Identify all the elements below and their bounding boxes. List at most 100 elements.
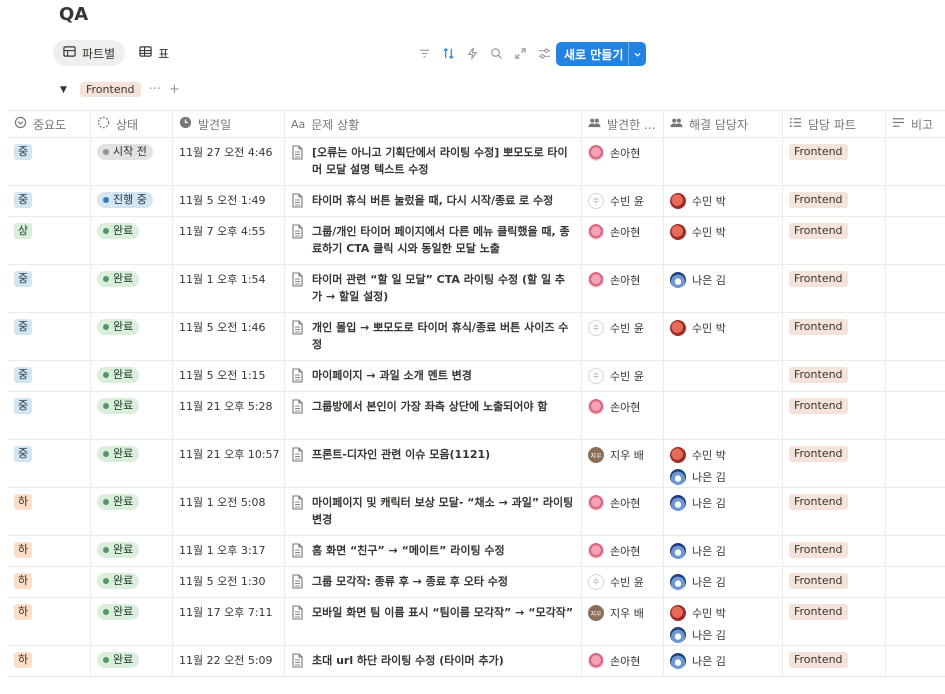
- note-cell[interactable]: [886, 138, 945, 185]
- reporter-cell[interactable]: 수 수빈 윤: [582, 313, 664, 360]
- assignee-cell[interactable]: 나은 김: [664, 265, 783, 312]
- col-date[interactable]: 발견일: [173, 111, 285, 137]
- person[interactable]: 수 수빈 윤: [588, 367, 657, 385]
- note-cell[interactable]: [886, 536, 945, 566]
- table-row[interactable]: 중 완료 11월 5 오전 1:15 마이페이지 → 과일 소개 멘트 변경 수 수빈 윤…: [8, 361, 945, 392]
- table-row[interactable]: 중 완료 11월 21 오후 5:28 그룹방에서 본인이 가장 좌측 상단에 노출되…: [8, 392, 945, 440]
- note-cell[interactable]: [886, 440, 945, 487]
- table-row[interactable]: 하 완료 11월 17 오후 7:11 모바일 화면 팀 이름 표시 “팀이름 모각작…: [8, 598, 945, 646]
- person[interactable]: 나은 김: [670, 468, 776, 486]
- note-cell[interactable]: [886, 313, 945, 360]
- issue-cell[interactable]: 초대 url 하단 라이팅 수정 (타이머 추가): [285, 646, 582, 676]
- person[interactable]: 수민 박: [670, 223, 776, 241]
- note-cell[interactable]: [886, 186, 945, 216]
- priority-cell[interactable]: 중: [8, 361, 91, 391]
- date-cell[interactable]: 11월 21 오후 10:57: [173, 440, 285, 487]
- note-cell[interactable]: [886, 646, 945, 676]
- priority-cell[interactable]: 중: [8, 138, 91, 185]
- issue-title[interactable]: 그룹 모각작: 종류 후 → 종료 후 오타 수정: [312, 573, 508, 590]
- priority-cell[interactable]: 중: [8, 186, 91, 216]
- note-cell[interactable]: [886, 217, 945, 264]
- part-cell[interactable]: Frontend: [783, 598, 886, 645]
- person[interactable]: 손아현: [588, 652, 657, 670]
- assignee-cell[interactable]: 수민 박: [664, 186, 783, 216]
- date-cell[interactable]: 11월 21 오후 5:28: [173, 392, 285, 439]
- person[interactable]: 손아현: [588, 542, 657, 560]
- assignee-cell[interactable]: 나은 김: [664, 536, 783, 566]
- plus-icon[interactable]: +: [169, 82, 180, 97]
- status-cell[interactable]: 완료: [91, 217, 173, 264]
- note-cell[interactable]: [886, 488, 945, 535]
- tab-by-part[interactable]: 파트별: [53, 40, 126, 66]
- table-row[interactable]: 중 시작 전 11월 27 오전 4:46 [오류는 아니고 기획단에서 라이팅 수정…: [8, 138, 945, 186]
- priority-cell[interactable]: 하: [8, 598, 91, 645]
- part-cell[interactable]: Frontend: [783, 567, 886, 597]
- priority-cell[interactable]: 중: [8, 313, 91, 360]
- assignee-cell[interactable]: 수민 박나은 김: [664, 598, 783, 645]
- assignee-cell[interactable]: 수민 박: [664, 217, 783, 264]
- reporter-cell[interactable]: 수 수빈 윤: [582, 186, 664, 216]
- issue-cell[interactable]: 개인 몰입 → 뽀모도로 타이머 휴식/종료 버튼 사이즈 수정: [285, 313, 582, 360]
- table-row[interactable]: 중 진행 중 11월 5 오전 1:49 타이머 휴식 버튼 눌렀을 때, 다시 시작…: [8, 186, 945, 217]
- person[interactable]: 나은 김: [670, 494, 776, 512]
- issue-title[interactable]: 그룹/개인 타이머 페이지에서 다른 메뉴 클릭했을 때, 종료하기 CTA 클…: [312, 223, 575, 257]
- person[interactable]: 수민 박: [670, 604, 776, 622]
- table-row[interactable]: 하 완료 11월 1 오후 3:17 홈 화면 “친구” → “메이트” 라이팅 수정…: [8, 536, 945, 567]
- person[interactable]: 지우 지우 배: [588, 604, 657, 622]
- date-cell[interactable]: 11월 22 오전 5:09: [173, 646, 285, 676]
- issue-cell[interactable]: 그룹 모각작: 종류 후 → 종료 후 오타 수정: [285, 567, 582, 597]
- status-cell[interactable]: 완료: [91, 536, 173, 566]
- issue-title[interactable]: 프론트-디자인 관련 이슈 모음(1121): [312, 446, 490, 463]
- issue-cell[interactable]: 마이페이지 → 과일 소개 멘트 변경: [285, 361, 582, 391]
- issue-cell[interactable]: 마이페이지 및 캐릭터 보상 모달- “채소 → 과일” 라이팅 변경: [285, 488, 582, 535]
- person[interactable]: 나은 김: [670, 626, 776, 644]
- col-assignee[interactable]: 해결 담당자: [664, 111, 783, 137]
- filter-icon[interactable]: [414, 43, 434, 63]
- issue-title[interactable]: 초대 url 하단 라이팅 수정 (타이머 추가): [312, 652, 504, 669]
- sort-icon[interactable]: [438, 43, 458, 63]
- assignee-cell[interactable]: 수민 박: [664, 313, 783, 360]
- part-cell[interactable]: Frontend: [783, 392, 886, 439]
- search-icon[interactable]: [486, 43, 506, 63]
- issue-title[interactable]: 타이머 휴식 버튼 눌렀을 때, 다시 시작/종료 로 수정: [312, 192, 553, 209]
- expand-icon[interactable]: [510, 43, 530, 63]
- note-cell[interactable]: [886, 567, 945, 597]
- person[interactable]: 손아현: [588, 223, 657, 241]
- table-row[interactable]: 중 완료 11월 1 오후 1:54 타이머 관련 “할 일 모달” CTA 라이팅 …: [8, 265, 945, 313]
- assignee-cell[interactable]: 나은 김: [664, 646, 783, 676]
- assignee-cell[interactable]: 나은 김: [664, 488, 783, 535]
- status-cell[interactable]: 완료: [91, 361, 173, 391]
- issue-cell[interactable]: 타이머 관련 “할 일 모달” CTA 라이팅 수정 (할 일 추가 → 할일 …: [285, 265, 582, 312]
- person[interactable]: 손아현: [588, 494, 657, 512]
- reporter-cell[interactable]: 손아현: [582, 138, 664, 185]
- table-row[interactable]: 하 완료 11월 1 오전 5:08 마이페이지 및 캐릭터 보상 모달- “채소 →…: [8, 488, 945, 536]
- assignee-cell[interactable]: 나은 김: [664, 567, 783, 597]
- automation-icon[interactable]: [462, 43, 482, 63]
- tab-table[interactable]: 표: [129, 40, 179, 66]
- date-cell[interactable]: 11월 5 오전 1:46: [173, 313, 285, 360]
- person[interactable]: 수 수빈 윤: [588, 192, 657, 210]
- status-cell[interactable]: 완료: [91, 488, 173, 535]
- new-button[interactable]: 새로 만들기: [556, 42, 646, 66]
- part-cell[interactable]: Frontend: [783, 313, 886, 360]
- status-cell[interactable]: 완료: [91, 265, 173, 312]
- issue-title[interactable]: 그룹방에서 본인이 가장 좌측 상단에 노출되어야 함: [312, 398, 548, 415]
- date-cell[interactable]: 11월 5 오전 1:49: [173, 186, 285, 216]
- status-cell[interactable]: 시작 전: [91, 138, 173, 185]
- person[interactable]: 나은 김: [670, 542, 776, 560]
- assignee-cell[interactable]: 수민 박 나은 김: [664, 440, 783, 487]
- status-cell[interactable]: 완료: [91, 313, 173, 360]
- date-cell[interactable]: 11월 17 오후 7:11: [173, 598, 285, 645]
- reporter-cell[interactable]: 손아현: [582, 646, 664, 676]
- settings-icon[interactable]: [534, 43, 554, 63]
- note-cell[interactable]: [886, 392, 945, 439]
- caret-down-icon[interactable]: ▼: [60, 85, 72, 95]
- priority-cell[interactable]: 중: [8, 392, 91, 439]
- table-row[interactable]: 중 완료 11월 21 오후 10:57 프론트-디자인 관련 이슈 모음(1121)…: [8, 440, 945, 488]
- priority-cell[interactable]: 상: [8, 217, 91, 264]
- col-status[interactable]: 상태: [91, 111, 173, 137]
- part-cell[interactable]: Frontend: [783, 440, 886, 487]
- more-icon[interactable]: ···: [149, 82, 161, 97]
- assignee-cell[interactable]: [664, 138, 783, 185]
- reporter-cell[interactable]: 손아현: [582, 217, 664, 264]
